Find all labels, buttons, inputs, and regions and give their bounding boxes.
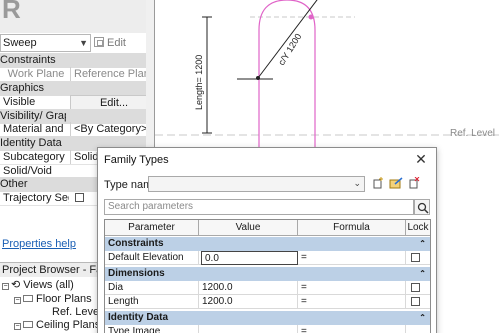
grid-section-identity-data[interactable]: Identity Data ⌃ — [105, 311, 430, 325]
param-row-length[interactable]: Length 1200.0 = — [105, 295, 430, 309]
section-label: Dimensions — [108, 268, 165, 279]
chevron-down-icon: ⌄ — [353, 178, 361, 188]
prop-key: Material and — [3, 123, 64, 135]
param-row-dia[interactable]: Dia 1200.0 = — [105, 281, 430, 295]
properties-help-link[interactable]: Properties help — [2, 238, 76, 250]
section-label: Other — [0, 178, 28, 190]
prop-key: Subcategory — [3, 151, 65, 163]
folder-icon — [23, 321, 33, 328]
type-selector-value: Sweep — [3, 37, 37, 49]
delete-type-icon[interactable] — [407, 176, 421, 191]
param-value[interactable]: 1200.0 — [199, 295, 298, 309]
col-header-lock[interactable]: Lock — [406, 220, 430, 236]
collapse-icon[interactable]: ⌃ — [419, 267, 426, 281]
parameters-grid: Parameter Value Formula Lock Constraints… — [104, 219, 431, 333]
param-name: Length — [105, 295, 199, 309]
prop-row-visible: Visible Edit... — [0, 95, 154, 110]
prop-row-material[interactable]: Material and <By Category> — [0, 122, 154, 137]
sweep-profile[interactable] — [258, 0, 316, 150]
profile-grip[interactable] — [308, 14, 314, 20]
prop-value: <By Category> — [70, 122, 154, 136]
length-dim-label[interactable]: Length= 1200 — [194, 55, 204, 110]
trajectory-checkbox[interactable] — [75, 193, 84, 202]
rename-type-icon[interactable] — [389, 177, 403, 191]
param-value[interactable] — [199, 325, 298, 333]
type-name-dropdown[interactable]: ⌄ — [148, 176, 365, 192]
param-value[interactable]: 1200.0 — [199, 281, 298, 295]
section-graphics[interactable]: Graphics ⌃ — [0, 81, 154, 96]
search-button[interactable] — [414, 199, 430, 215]
section-label: Graphics — [0, 82, 45, 94]
collapse-icon[interactable]: ⌃ — [419, 237, 426, 251]
collapse-icon[interactable]: − — [14, 297, 21, 304]
col-header-formula[interactable]: Formula — [298, 220, 406, 236]
section-label: Identity Data — [0, 137, 62, 149]
param-name: Type Image — [105, 325, 199, 333]
revit-logo: R — [2, 0, 21, 24]
search-placeholder: Search parameters — [108, 201, 194, 212]
close-icon[interactable]: ✕ — [414, 152, 428, 166]
search-icon — [417, 202, 429, 214]
tree-label: Views (all) — [23, 279, 74, 291]
prop-row-work-plane: Work Plane Reference Plane — [0, 67, 154, 82]
grid-section-constraints[interactable]: Constraints ⌃ — [105, 237, 430, 251]
param-name: Dia — [105, 281, 199, 295]
tree-label: Floor Plans — [36, 293, 92, 305]
edit-type-icon — [94, 37, 104, 47]
ref-level-label: Ref. Level — [450, 128, 496, 139]
col-header-parameter[interactable]: Parameter — [105, 220, 199, 236]
collapse-icon[interactable]: − — [2, 283, 9, 290]
param-row-default-elevation[interactable]: Default Elevation 0.0 = — [105, 251, 430, 265]
section-constraints[interactable]: Constraints ⌃ — [0, 53, 154, 68]
param-value-input[interactable]: 0.0 — [201, 251, 298, 265]
col-header-value[interactable]: Value — [199, 220, 298, 236]
param-name: Default Elevation — [105, 251, 199, 265]
lock-checkbox[interactable] — [411, 253, 420, 262]
prop-key: Trajectory Seg... — [3, 192, 69, 204]
folder-icon — [23, 295, 33, 302]
param-row-type-image[interactable]: Type Image = — [105, 325, 430, 333]
chevron-down-icon: ▼ — [79, 38, 88, 48]
family-types-dialog: Family Types ✕ Type name: ⌄ Search param… — [97, 147, 437, 333]
section-label: Constraints — [108, 238, 164, 249]
section-label: Constraints — [0, 54, 56, 66]
type-preview-area: R — [0, 0, 154, 33]
visible-edit-button[interactable]: Edit... — [70, 95, 154, 109]
dialog-title: Family Types — [104, 154, 169, 166]
grid-section-dimensions[interactable]: Dimensions ⌃ — [105, 267, 430, 281]
lock-checkbox[interactable] — [411, 283, 420, 292]
tree-label: Ceiling Plans — [36, 319, 101, 331]
prop-key: Visible — [3, 96, 36, 108]
prop-value: Reference Plane — [70, 67, 154, 81]
section-label: Identity Data — [108, 312, 169, 323]
dia-dim-label[interactable]: c/Y 1200 — [276, 32, 303, 67]
param-formula[interactable]: = — [298, 251, 406, 265]
edit-type-button[interactable]: Edit Type — [94, 34, 152, 67]
views-icon: ⟲ — [11, 279, 24, 291]
tree-label: Ref. Level — [52, 306, 102, 318]
prop-key: Work Plane — [7, 68, 65, 80]
param-formula[interactable]: = — [298, 295, 406, 309]
collapse-icon[interactable]: − — [14, 323, 21, 330]
dia-dim-grip[interactable] — [256, 76, 260, 80]
collapse-icon[interactable]: ⌃ — [419, 311, 426, 325]
type-selector-dropdown[interactable]: Sweep ▼ — [0, 34, 91, 52]
lock-checkbox[interactable] — [411, 297, 420, 306]
new-type-icon[interactable] — [371, 177, 385, 191]
param-formula[interactable]: = — [298, 281, 406, 295]
search-parameters-input[interactable]: Search parameters — [104, 199, 414, 215]
param-formula[interactable]: = — [298, 325, 406, 333]
